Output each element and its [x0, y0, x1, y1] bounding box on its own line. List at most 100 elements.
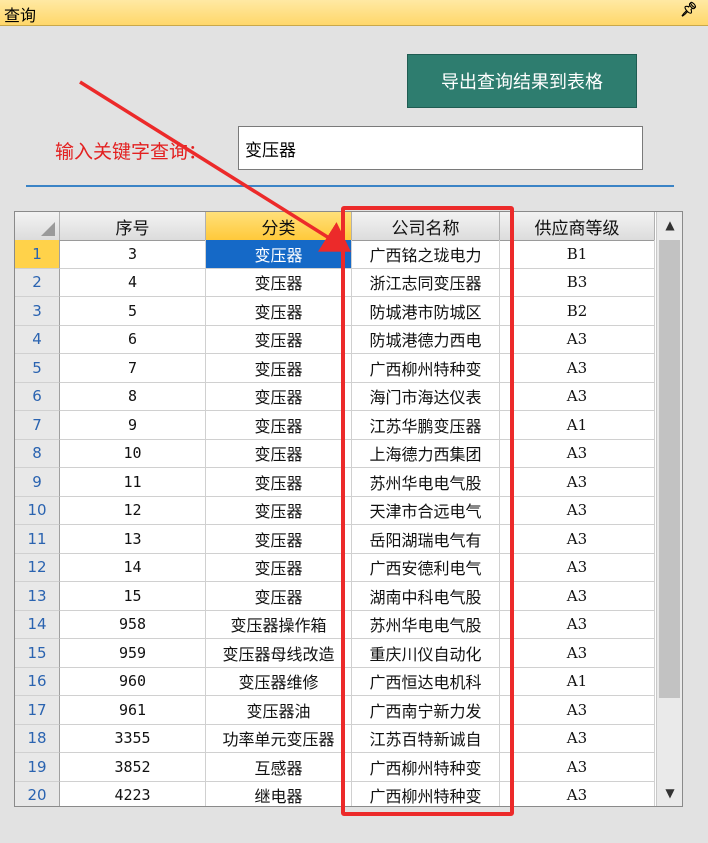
cell-category[interactable]: 变压器	[206, 468, 352, 497]
cell-level[interactable]: A3	[500, 553, 655, 582]
table-row[interactable]: 16 960 变压器维修 广西恒达电机科 A1	[15, 667, 655, 696]
cell-category[interactable]: 变压器母线改造	[206, 639, 352, 668]
table-row[interactable]: 18 3355 功率单元变压器 江苏百特新诚自 A3	[15, 724, 655, 753]
table-row[interactable]: 19 3852 互感器 广西柳州特种变 A3	[15, 753, 655, 782]
row-number[interactable]: 3	[15, 297, 60, 326]
table-row[interactable]: 12 14 变压器 广西安德利电气 A3	[15, 553, 655, 582]
table-row[interactable]: 10 12 变压器 天津市合远电气 A3	[15, 496, 655, 525]
cell-category[interactable]: 互感器	[206, 753, 352, 782]
cell-id[interactable]: 960	[60, 667, 206, 696]
row-number[interactable]: 5	[15, 354, 60, 383]
table-row[interactable]: 8 10 变压器 上海德力西集团 A3	[15, 439, 655, 468]
cell-level[interactable]: A3	[500, 610, 655, 639]
cell-category[interactable]: 变压器操作箱	[206, 610, 352, 639]
cell-level[interactable]: B3	[500, 268, 655, 297]
row-number[interactable]: 4	[15, 325, 60, 354]
row-number[interactable]: 8	[15, 439, 60, 468]
cell-company[interactable]: 广西安德利电气	[352, 553, 500, 582]
cell-company[interactable]: 江苏百特新诚自	[352, 724, 500, 753]
cell-company[interactable]: 广西南宁新力发	[352, 696, 500, 725]
cell-company[interactable]: 广西铭之珑电力	[352, 240, 500, 269]
table-row[interactable]: 4 6 变压器 防城港德力西电 A3	[15, 325, 655, 354]
cell-category[interactable]: 变压器	[206, 439, 352, 468]
cell-level[interactable]: A3	[500, 325, 655, 354]
row-number[interactable]: 15	[15, 639, 60, 668]
column-header-category[interactable]: 分类	[206, 212, 352, 240]
cell-category[interactable]: 变压器	[206, 268, 352, 297]
cell-level[interactable]: A3	[500, 525, 655, 554]
cell-level[interactable]: A3	[500, 696, 655, 725]
select-all-corner[interactable]	[15, 212, 60, 240]
cell-category[interactable]: 变压器	[206, 411, 352, 440]
cell-id[interactable]: 15	[60, 582, 206, 611]
cell-category[interactable]: 变压器	[206, 525, 352, 554]
row-number[interactable]: 13	[15, 582, 60, 611]
table-row[interactable]: 7 9 变压器 江苏华鹏变压器 A1	[15, 411, 655, 440]
cell-id[interactable]: 959	[60, 639, 206, 668]
column-header-level[interactable]: 供应商等级	[500, 212, 655, 240]
row-number[interactable]: 19	[15, 753, 60, 782]
cell-level[interactable]: A3	[500, 382, 655, 411]
cell-id[interactable]: 12	[60, 496, 206, 525]
table-row[interactable]: 20 4223 继电器 广西柳州特种变 A3	[15, 781, 655, 806]
cell-level[interactable]: B2	[500, 297, 655, 326]
scroll-up-icon[interactable]: ▲	[657, 212, 682, 238]
cell-category[interactable]: 变压器	[206, 240, 352, 269]
cell-level[interactable]: A3	[500, 496, 655, 525]
table-row[interactable]: 15 959 变压器母线改造 重庆川仪自动化 A3	[15, 639, 655, 668]
row-number[interactable]: 11	[15, 525, 60, 554]
cell-category[interactable]: 变压器	[206, 553, 352, 582]
cell-category[interactable]: 变压器	[206, 496, 352, 525]
results-grid[interactable]: 序号 分类 公司名称 供应商等级 1 3 变压器 广西铭之珑电力 B1 2 4 变压器 浙江志同…	[14, 211, 683, 807]
cell-company[interactable]: 天津市合远电气	[352, 496, 500, 525]
row-number[interactable]: 17	[15, 696, 60, 725]
row-number[interactable]: 2	[15, 268, 60, 297]
cell-id[interactable]: 10	[60, 439, 206, 468]
table-row[interactable]: 11 13 变压器 岳阳湖瑞电气有 A3	[15, 525, 655, 554]
cell-id[interactable]: 3852	[60, 753, 206, 782]
table-row[interactable]: 13 15 变压器 湖南中科电气股 A3	[15, 582, 655, 611]
table-row[interactable]: 17 961 变压器油 广西南宁新力发 A3	[15, 696, 655, 725]
cell-level[interactable]: B1	[500, 240, 655, 269]
table-row[interactable]: 14 958 变压器操作箱 苏州华电电气股 A3	[15, 610, 655, 639]
cell-id[interactable]: 5	[60, 297, 206, 326]
row-number[interactable]: 18	[15, 724, 60, 753]
table-row[interactable]: 5 7 变压器 广西柳州特种变 A3	[15, 354, 655, 383]
cell-company[interactable]: 上海德力西集团	[352, 439, 500, 468]
cell-id[interactable]: 3355	[60, 724, 206, 753]
column-header-company[interactable]: 公司名称	[352, 212, 500, 240]
cell-category[interactable]: 继电器	[206, 781, 352, 806]
cell-category[interactable]: 变压器维修	[206, 667, 352, 696]
cell-company[interactable]: 海门市海达仪表	[352, 382, 500, 411]
cell-level[interactable]: A3	[500, 724, 655, 753]
cell-level[interactable]: A1	[500, 411, 655, 440]
pin-icon[interactable]: 📌︎	[680, 2, 698, 18]
cell-id[interactable]: 11	[60, 468, 206, 497]
cell-id[interactable]: 6	[60, 325, 206, 354]
cell-category[interactable]: 变压器	[206, 582, 352, 611]
cell-level[interactable]: A3	[500, 753, 655, 782]
cell-id[interactable]: 4223	[60, 781, 206, 806]
cell-id[interactable]: 958	[60, 610, 206, 639]
cell-category[interactable]: 变压器	[206, 382, 352, 411]
cell-company[interactable]: 广西恒达电机科	[352, 667, 500, 696]
cell-id[interactable]: 3	[60, 240, 206, 269]
row-number[interactable]: 14	[15, 610, 60, 639]
cell-category[interactable]: 变压器	[206, 354, 352, 383]
table-row[interactable]: 2 4 变压器 浙江志同变压器 B3	[15, 268, 655, 297]
cell-company[interactable]: 广西柳州特种变	[352, 753, 500, 782]
search-input[interactable]	[238, 126, 643, 170]
table-row[interactable]: 9 11 变压器 苏州华电电气股 A3	[15, 468, 655, 497]
row-number[interactable]: 9	[15, 468, 60, 497]
cell-company[interactable]: 岳阳湖瑞电气有	[352, 525, 500, 554]
vertical-scrollbar[interactable]: ▲ ▼	[656, 212, 682, 806]
cell-id[interactable]: 8	[60, 382, 206, 411]
cell-level[interactable]: A3	[500, 354, 655, 383]
row-number[interactable]: 7	[15, 411, 60, 440]
cell-company[interactable]: 防城港德力西电	[352, 325, 500, 354]
scroll-down-icon[interactable]: ▼	[657, 780, 682, 806]
row-number[interactable]: 12	[15, 553, 60, 582]
cell-category[interactable]: 功率单元变压器	[206, 724, 352, 753]
cell-id[interactable]: 9	[60, 411, 206, 440]
cell-company[interactable]: 防城港市防城区	[352, 297, 500, 326]
